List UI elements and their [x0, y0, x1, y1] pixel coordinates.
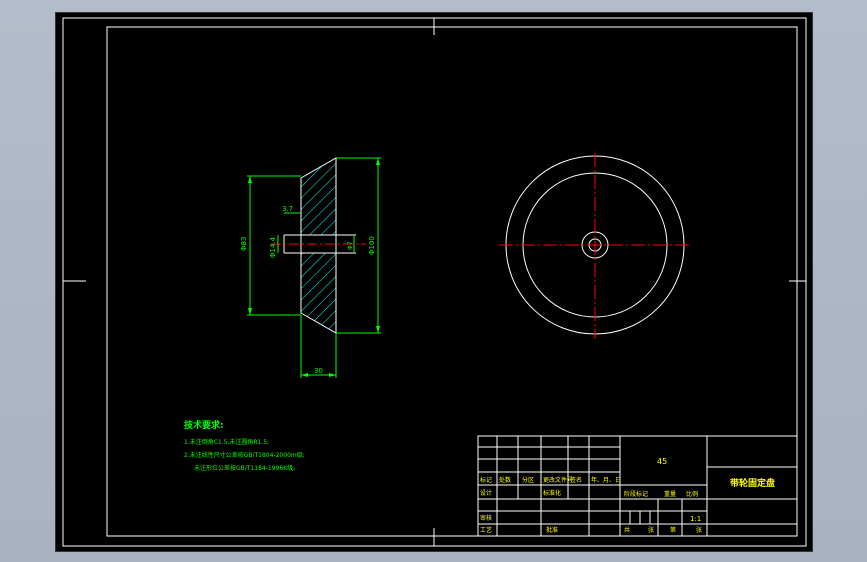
dim-text-small-bore: Φ7: [347, 241, 354, 250]
tb-label-sheet-no: 第: [670, 526, 676, 534]
tb-label-standardization: 标准化: [543, 489, 561, 497]
tb-label-sheets: 张: [648, 526, 654, 534]
dim-text-depth: 3.7: [282, 205, 293, 213]
notes-line-3: 未注形位公差按GB/T1184-1996K级。: [194, 464, 299, 472]
tb-label-zone: 分区: [522, 476, 534, 484]
tb-label-sheet-of: 张: [696, 526, 702, 534]
section-hatch-lower: [301, 253, 336, 333]
dim-text-width: 30: [314, 367, 323, 375]
front-view: [499, 153, 692, 339]
cad-drawing-canvas: Φ83 Φ100 30 3.7 Φ14.4 Φ7 技术要求: 1.未注倒角C1.…: [62, 17, 807, 547]
tb-label-date: 年、月、日: [591, 476, 621, 484]
dim-text-outer-height: Φ100: [368, 236, 376, 255]
drawing-viewport[interactable]: Φ83 Φ100 30 3.7 Φ14.4 Φ7 技术要求: 1.未注倒角C1.…: [55, 12, 813, 552]
arrow-width-left: [301, 373, 308, 377]
sheet-inner-frame: [106, 26, 798, 537]
tb-label-count: 处数: [499, 476, 511, 484]
tb-label-reviewer: 审核: [480, 514, 492, 522]
tb-label-mark: 标记: [480, 476, 492, 484]
arrow-width-right: [329, 373, 336, 377]
tb-part-name: 带轮固定盘: [730, 477, 775, 489]
tb-material: 45: [657, 457, 667, 466]
notes-line-1: 1.未注倒角C1.5,未注圆角R1.5;: [184, 438, 269, 446]
title-block: 标记 处数 分区 更改文件号 签名 年、月、日 设计 标准化 阶段标记 重量 比…: [477, 435, 798, 537]
arrow-total-top: [248, 176, 252, 183]
tb-label-change-doc: 更改文件号: [543, 476, 573, 484]
section-hatch-upper: [301, 158, 336, 235]
tb-label-stage-mark: 阶段标记: [624, 490, 648, 498]
arrow-outer-top: [376, 158, 380, 165]
notes-line-2: 2.未注线性尺寸公差按GB/T1804-2000m级;: [184, 451, 305, 459]
arrow-total-bottom: [248, 308, 252, 315]
tb-label-designer: 设计: [480, 489, 492, 497]
dim-text-total-height: Φ83: [240, 237, 248, 251]
tb-label-ratio: 比例: [686, 490, 698, 498]
tb-label-weight: 重量: [664, 490, 676, 498]
sheet-outer-border: [62, 17, 807, 547]
section-view: Φ83 Φ100 30 3.7 Φ14.4 Φ7: [240, 157, 381, 378]
technical-notes: 技术要求: 1.未注倒角C1.5,未注圆角R1.5; 2.未注线性尺寸公差按GB…: [184, 419, 305, 472]
tb-label-approval: 批准: [546, 526, 558, 534]
arrow-outer-bottom: [376, 326, 380, 333]
tb-label-process: 工艺: [480, 526, 492, 534]
dim-text-bore: Φ14.4: [269, 236, 277, 258]
notes-title: 技术要求:: [184, 419, 224, 431]
tb-scale: 1:1: [690, 515, 701, 523]
tb-label-total: 共: [624, 526, 630, 534]
tb-label-signature: 签名: [570, 476, 582, 484]
